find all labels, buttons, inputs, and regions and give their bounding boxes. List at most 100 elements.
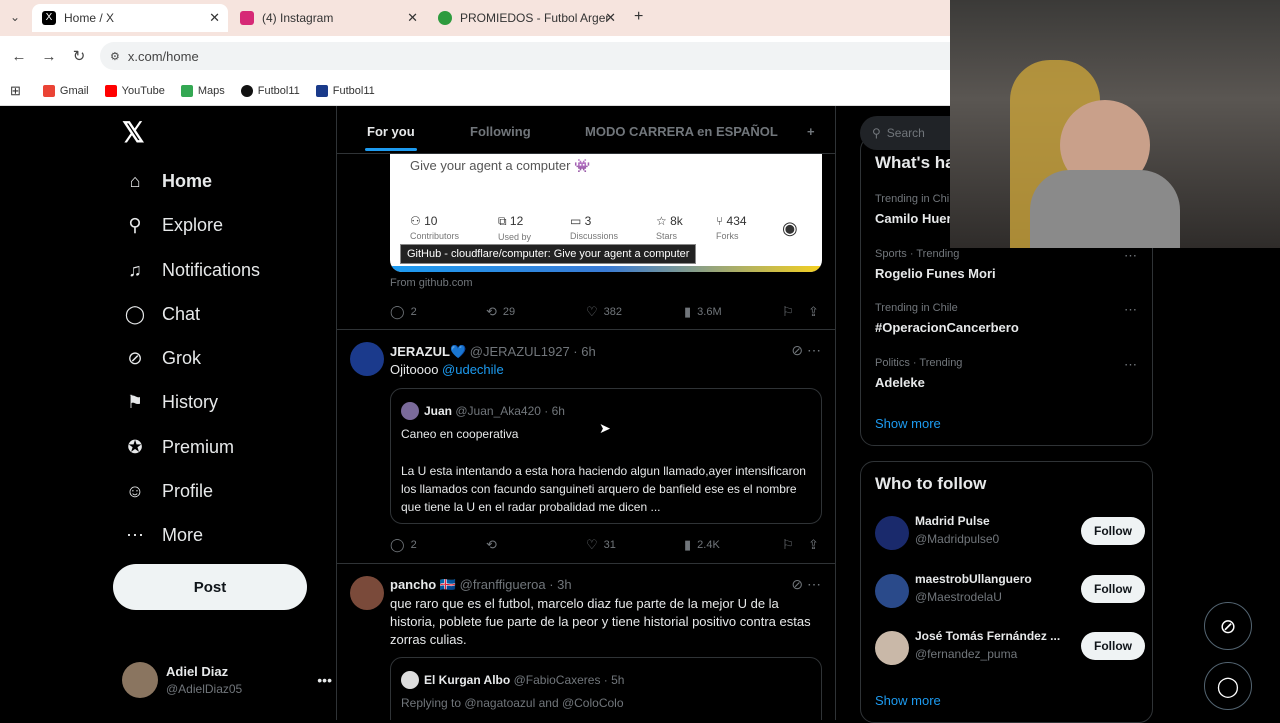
repost-button[interactable]: ⟲ <box>486 537 503 553</box>
instagram-favicon-icon <box>240 11 254 25</box>
reply-button[interactable]: ◯ 2 <box>390 304 417 320</box>
who-to-follow-panel: Who to follow Madrid Pulse @Madridpulse0… <box>860 461 1153 723</box>
tab-instagram[interactable]: (4) Instagram ✕ <box>230 4 426 32</box>
promiedos-favicon-icon <box>438 11 452 25</box>
card-stat: ⚇ 10 Contributors <box>410 214 460 241</box>
nav-profile[interactable]: ☺ Profile <box>124 480 213 502</box>
bookmark-icon: ⚐ <box>782 537 794 552</box>
account-switcher[interactable]: Adiel Diaz @AdielDiaz05 ••• <box>122 662 332 698</box>
nav-explore[interactable]: ⚲ Explore <box>124 214 223 236</box>
mention-link[interactable]: @udechile <box>442 362 504 377</box>
bookmarks-bar: ⊞ Gmail YouTube Maps Futbol11 Futbol11 <box>0 76 950 106</box>
like-button[interactable]: ♡ 31 <box>586 537 616 553</box>
tooltip: GitHub - cloudflare/computer: Give your … <box>400 244 697 264</box>
quoted-tweet[interactable]: El Kurgan Albo @FabioCaxeres · 5h Replyi… <box>390 657 822 720</box>
show-more-link[interactable]: Show more <box>875 693 941 708</box>
apps-icon[interactable]: ⊞ <box>10 83 21 99</box>
views-button[interactable]: ▮ 3.6M <box>684 304 722 320</box>
bookmark-button[interactable]: ⚐ <box>782 304 800 320</box>
x-favicon-icon: X <box>42 11 56 25</box>
nav-home[interactable]: ⌂ Home <box>124 170 212 192</box>
nav-premium[interactable]: ✪ Premium <box>124 436 234 458</box>
more-icon[interactable]: ••• <box>317 672 332 688</box>
like-button[interactable]: ♡ 382 <box>586 304 622 320</box>
more-icon[interactable]: ⋯ <box>1124 357 1137 373</box>
follow-button[interactable]: Follow <box>1081 575 1145 603</box>
url-field[interactable]: ⚙ x.com/home <box>100 42 950 70</box>
nav-grok[interactable]: ⊘ Grok <box>124 347 201 369</box>
trend-item[interactable]: Politics · Trending Adeleke ⋯ <box>875 357 1145 390</box>
left-navigation: 𝕏 ⌂ Home ⚲ Explore ♫ Notifications ◯ Chat ⊘ G… <box>100 106 336 720</box>
author-name[interactable]: JERAZUL💙 <box>390 344 466 359</box>
x-logo-icon[interactable]: 𝕏 <box>122 116 145 149</box>
tweet-actions: ◯ 2 ⟲ 29 ♡ 382 ▮ 3.6M ⚐ ⇪ <box>390 304 825 320</box>
author-handle: @JERAZUL1927 · 6h <box>469 344 596 359</box>
trend-item[interactable]: Sports · Trending Rogelio Funes Mori ⋯ <box>875 248 1145 281</box>
github-icon: ◉ <box>782 218 798 238</box>
show-more-link[interactable]: Show more <box>875 416 941 431</box>
quote-author-name: Juan <box>424 404 453 418</box>
follow-suggestion[interactable]: José Tomás Fernández ... @fernandez_puma… <box>875 629 1145 669</box>
gmail-icon <box>42 84 55 97</box>
quoted-tweet[interactable]: Juan @Juan_Aka420 · 6h Caneo en cooperat… <box>390 388 822 524</box>
close-tab-icon[interactable]: ✕ <box>209 10 220 26</box>
close-tab-icon[interactable]: ✕ <box>407 10 418 26</box>
follow-suggestion[interactable]: maestrobUllanguero @MaestrodelaU Follow <box>875 572 1145 612</box>
follow-suggestion[interactable]: Madrid Pulse @Madridpulse0 Follow <box>875 514 1145 554</box>
grok-float-icon[interactable]: ⊘ <box>1204 602 1252 650</box>
more-icon[interactable]: ⋯ <box>1124 248 1137 264</box>
section-title: What's ha <box>875 153 955 172</box>
close-tab-icon[interactable]: ✕ <box>605 10 616 26</box>
reply-button[interactable]: ◯ 2 <box>390 537 417 553</box>
share-button[interactable]: ⇪ <box>808 304 825 320</box>
share-button[interactable]: ⇪ <box>808 537 825 553</box>
more-icon[interactable]: ⊘ ⋯ <box>791 342 821 359</box>
back-icon[interactable]: ← <box>4 48 34 65</box>
section-title: Who to follow <box>875 474 987 493</box>
tweet-header: JERAZUL💙 @JERAZUL1927 · 6h <box>390 344 596 360</box>
author-name[interactable]: pancho 🇮🇸 <box>390 577 456 592</box>
post-button[interactable]: Post <box>113 564 307 610</box>
nav-chat[interactable]: ◯ Chat <box>124 303 200 325</box>
reload-icon[interactable]: ↻ <box>64 47 94 65</box>
trend-item[interactable]: Trending in Chile #OperacionCancerbero ⋯ <box>875 302 1145 335</box>
bookmark-gmail[interactable]: Gmail <box>42 84 89 97</box>
tweet-text: que raro que es el futbol, marcelo diaz … <box>390 596 811 647</box>
bookmark-futbol11-b[interactable]: Futbol11 <box>315 84 375 97</box>
views-button[interactable]: ▮ 2.4K <box>684 537 720 553</box>
discussion-icon: ▭ <box>570 214 585 228</box>
bookmark-futbol11-a[interactable]: Futbol11 <box>240 84 300 97</box>
heart-icon: ♡ <box>586 537 598 552</box>
tab-home-x[interactable]: X Home / X ✕ <box>32 4 228 32</box>
avatar <box>875 574 909 608</box>
card-description: Give your agent a computer 👾 <box>410 158 591 173</box>
repost-button[interactable]: ⟲ 29 <box>486 304 515 320</box>
bookmark-maps[interactable]: Maps <box>180 84 225 97</box>
tab-following[interactable]: Following <box>470 124 531 139</box>
tab-for-you[interactable]: For you <box>365 124 417 151</box>
follow-button[interactable]: Follow <box>1081 632 1145 660</box>
more-icon[interactable]: ⋯ <box>1124 302 1137 318</box>
browser-tab-bar: ⌄ X Home / X ✕ (4) Instagram ✕ PROMIEDOS… <box>0 0 950 36</box>
avatar <box>401 402 419 420</box>
site-info-icon[interactable]: ⚙ <box>110 50 120 63</box>
avatar[interactable] <box>350 342 384 376</box>
repost-icon: ⟲ <box>486 537 497 552</box>
new-tab-icon[interactable]: + <box>634 8 643 26</box>
follow-button[interactable]: Follow <box>1081 517 1145 545</box>
more-icon[interactable]: ⊘ ⋯ <box>791 576 821 593</box>
nav-more[interactable]: ⋯ More <box>124 524 203 546</box>
nav-notifications[interactable]: ♫ Notifications <box>124 259 260 281</box>
messages-float-icon[interactable]: ◯ <box>1204 662 1252 710</box>
tweet-actions: ◯ 2 ⟲ ♡ 31 ▮ 2.4K ⚐ ⇪ <box>390 537 825 553</box>
tab-promiedos[interactable]: PROMIEDOS - Futbol Argentino ✕ <box>428 4 624 32</box>
tab-search-icon[interactable]: ⌄ <box>10 10 20 24</box>
bookmark-youtube[interactable]: YouTube <box>104 84 165 97</box>
tab-modo-carrera[interactable]: MODO CARRERA en ESPAÑOL <box>585 124 778 139</box>
nav-history[interactable]: ⚑ History <box>124 391 218 413</box>
link-card[interactable]: Give your agent a computer 👾 ⚇ 10 Contrib… <box>390 154 822 272</box>
bookmark-button[interactable]: ⚐ <box>782 537 800 553</box>
add-tab-icon[interactable]: + <box>807 124 815 139</box>
forward-icon[interactable]: → <box>34 48 64 65</box>
avatar[interactable] <box>350 576 384 610</box>
